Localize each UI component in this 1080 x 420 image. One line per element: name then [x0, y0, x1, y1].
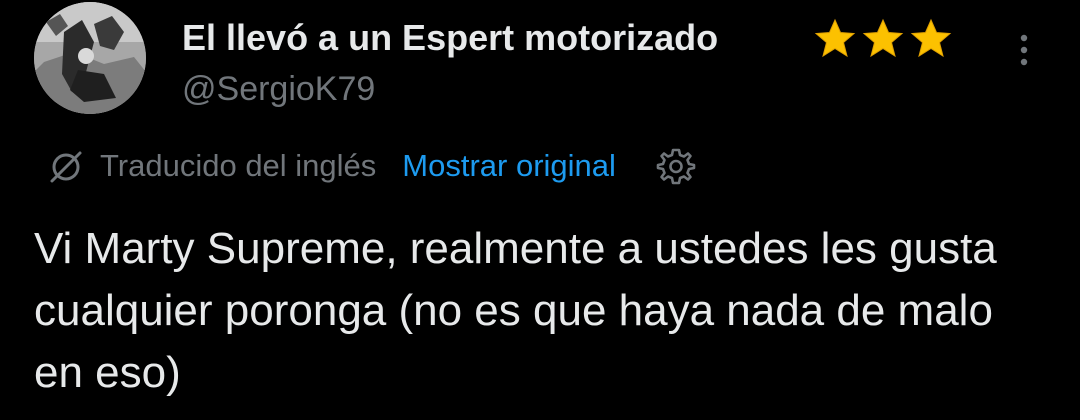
- tweet-text: Vi Marty Supreme, realmente a ustedes le…: [34, 224, 997, 397]
- star-icon: [862, 18, 904, 58]
- avatar-photo: [34, 2, 146, 114]
- avatar[interactable]: [34, 2, 146, 114]
- star-icon: [814, 18, 856, 58]
- username[interactable]: @SergioK79: [182, 66, 375, 112]
- name-emoji-group: [812, 18, 954, 58]
- translated-from-label: Traducido del inglés: [100, 148, 377, 183]
- show-original-link[interactable]: Mostrar original: [402, 148, 616, 184]
- more-options-icon[interactable]: [1006, 28, 1042, 72]
- display-name[interactable]: El llevó a un Espert motorizado: [182, 14, 718, 62]
- translation-bar: Traducido del inglés Mostrar original: [46, 144, 696, 188]
- gear-icon[interactable]: [656, 146, 696, 186]
- translate-icon: [50, 151, 82, 183]
- star-icon: [910, 18, 952, 58]
